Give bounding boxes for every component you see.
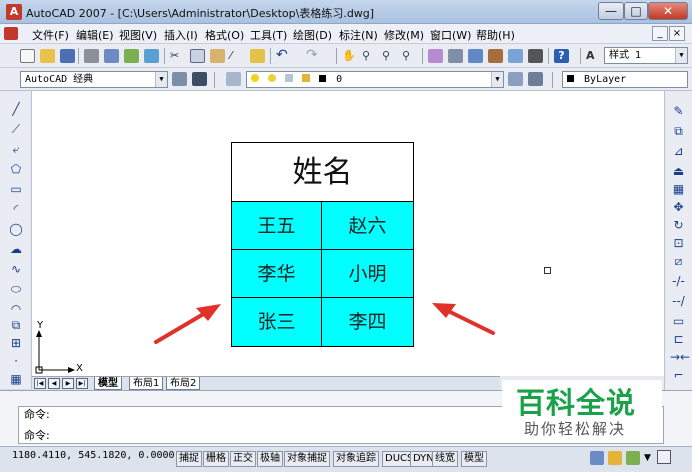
tab-layout2[interactable]: 布局2: [166, 377, 201, 390]
clean-screen-icon[interactable]: [657, 450, 671, 464]
scale-icon[interactable]: ⊡: [670, 235, 687, 251]
tab-model[interactable]: 模型: [94, 377, 122, 390]
left-arrow-icon: [154, 304, 221, 344]
command-prompt[interactable]: 命令:: [24, 427, 50, 443]
ucs-y-label: Y: [37, 320, 44, 331]
coordinate-readout[interactable]: 1180.4110, 545.1820, 0.0000: [12, 450, 175, 461]
pickbox-cursor: [544, 267, 551, 274]
watermark-title: 百科全说: [516, 386, 637, 420]
watermark: 百科全说 助你轻松解决: [502, 380, 662, 440]
ucs-x-label: X: [76, 363, 83, 374]
trim-icon[interactable]: -/-: [670, 273, 687, 289]
tab-layout1[interactable]: 布局1: [129, 377, 164, 390]
join-icon[interactable]: →←: [670, 349, 690, 365]
communication-center-icon[interactable]: [590, 451, 604, 465]
polar-button[interactable]: 极轴: [257, 451, 283, 467]
erase-icon[interactable]: ✎: [670, 103, 687, 119]
layout-tabs-bar: |◀ ◀ ▶ ▶| 模型 布局1 布局2: [32, 376, 502, 390]
break-at-point-icon[interactable]: ▭: [670, 313, 687, 329]
watermark-subtitle: 助你轻松解决: [524, 420, 627, 438]
right-arrow-icon: [432, 303, 495, 335]
first-tab-icon[interactable]: |◀: [34, 378, 46, 389]
extend-icon[interactable]: --/: [670, 293, 687, 309]
lineweight-button[interactable]: 线宽: [432, 451, 458, 467]
ucs-icon: [35, 330, 75, 374]
break-icon[interactable]: ⊏: [670, 331, 687, 347]
prev-tab-icon[interactable]: ◀: [48, 378, 60, 389]
grid-button[interactable]: 栅格: [203, 451, 229, 467]
snap-button[interactable]: 捕捉: [176, 451, 202, 467]
copy-object-icon[interactable]: ⧉: [670, 123, 687, 139]
array-icon[interactable]: ▦: [670, 181, 687, 197]
last-tab-icon[interactable]: ▶|: [76, 378, 88, 389]
otrack-button[interactable]: 对象追踪: [333, 451, 379, 467]
rotate-icon[interactable]: ↻: [670, 217, 687, 233]
status-tray-icon[interactable]: [626, 451, 640, 465]
status-menu-icon[interactable]: ▼: [644, 453, 651, 463]
lock-toolbar-icon[interactable]: [608, 451, 622, 465]
next-tab-icon[interactable]: ▶: [62, 378, 74, 389]
stretch-icon[interactable]: ⧄: [670, 253, 687, 269]
chamfer-icon[interactable]: ⌐: [670, 367, 687, 383]
command-history-line: 命令:: [24, 408, 50, 421]
ortho-button[interactable]: 正交: [230, 451, 256, 467]
offset-icon[interactable]: ⏏: [670, 163, 687, 179]
mirror-icon[interactable]: ⊿: [670, 143, 687, 159]
model-button[interactable]: 模型: [461, 451, 487, 467]
move-icon[interactable]: ✥: [670, 199, 687, 215]
osnap-button[interactable]: 对象捕捉: [284, 451, 330, 467]
